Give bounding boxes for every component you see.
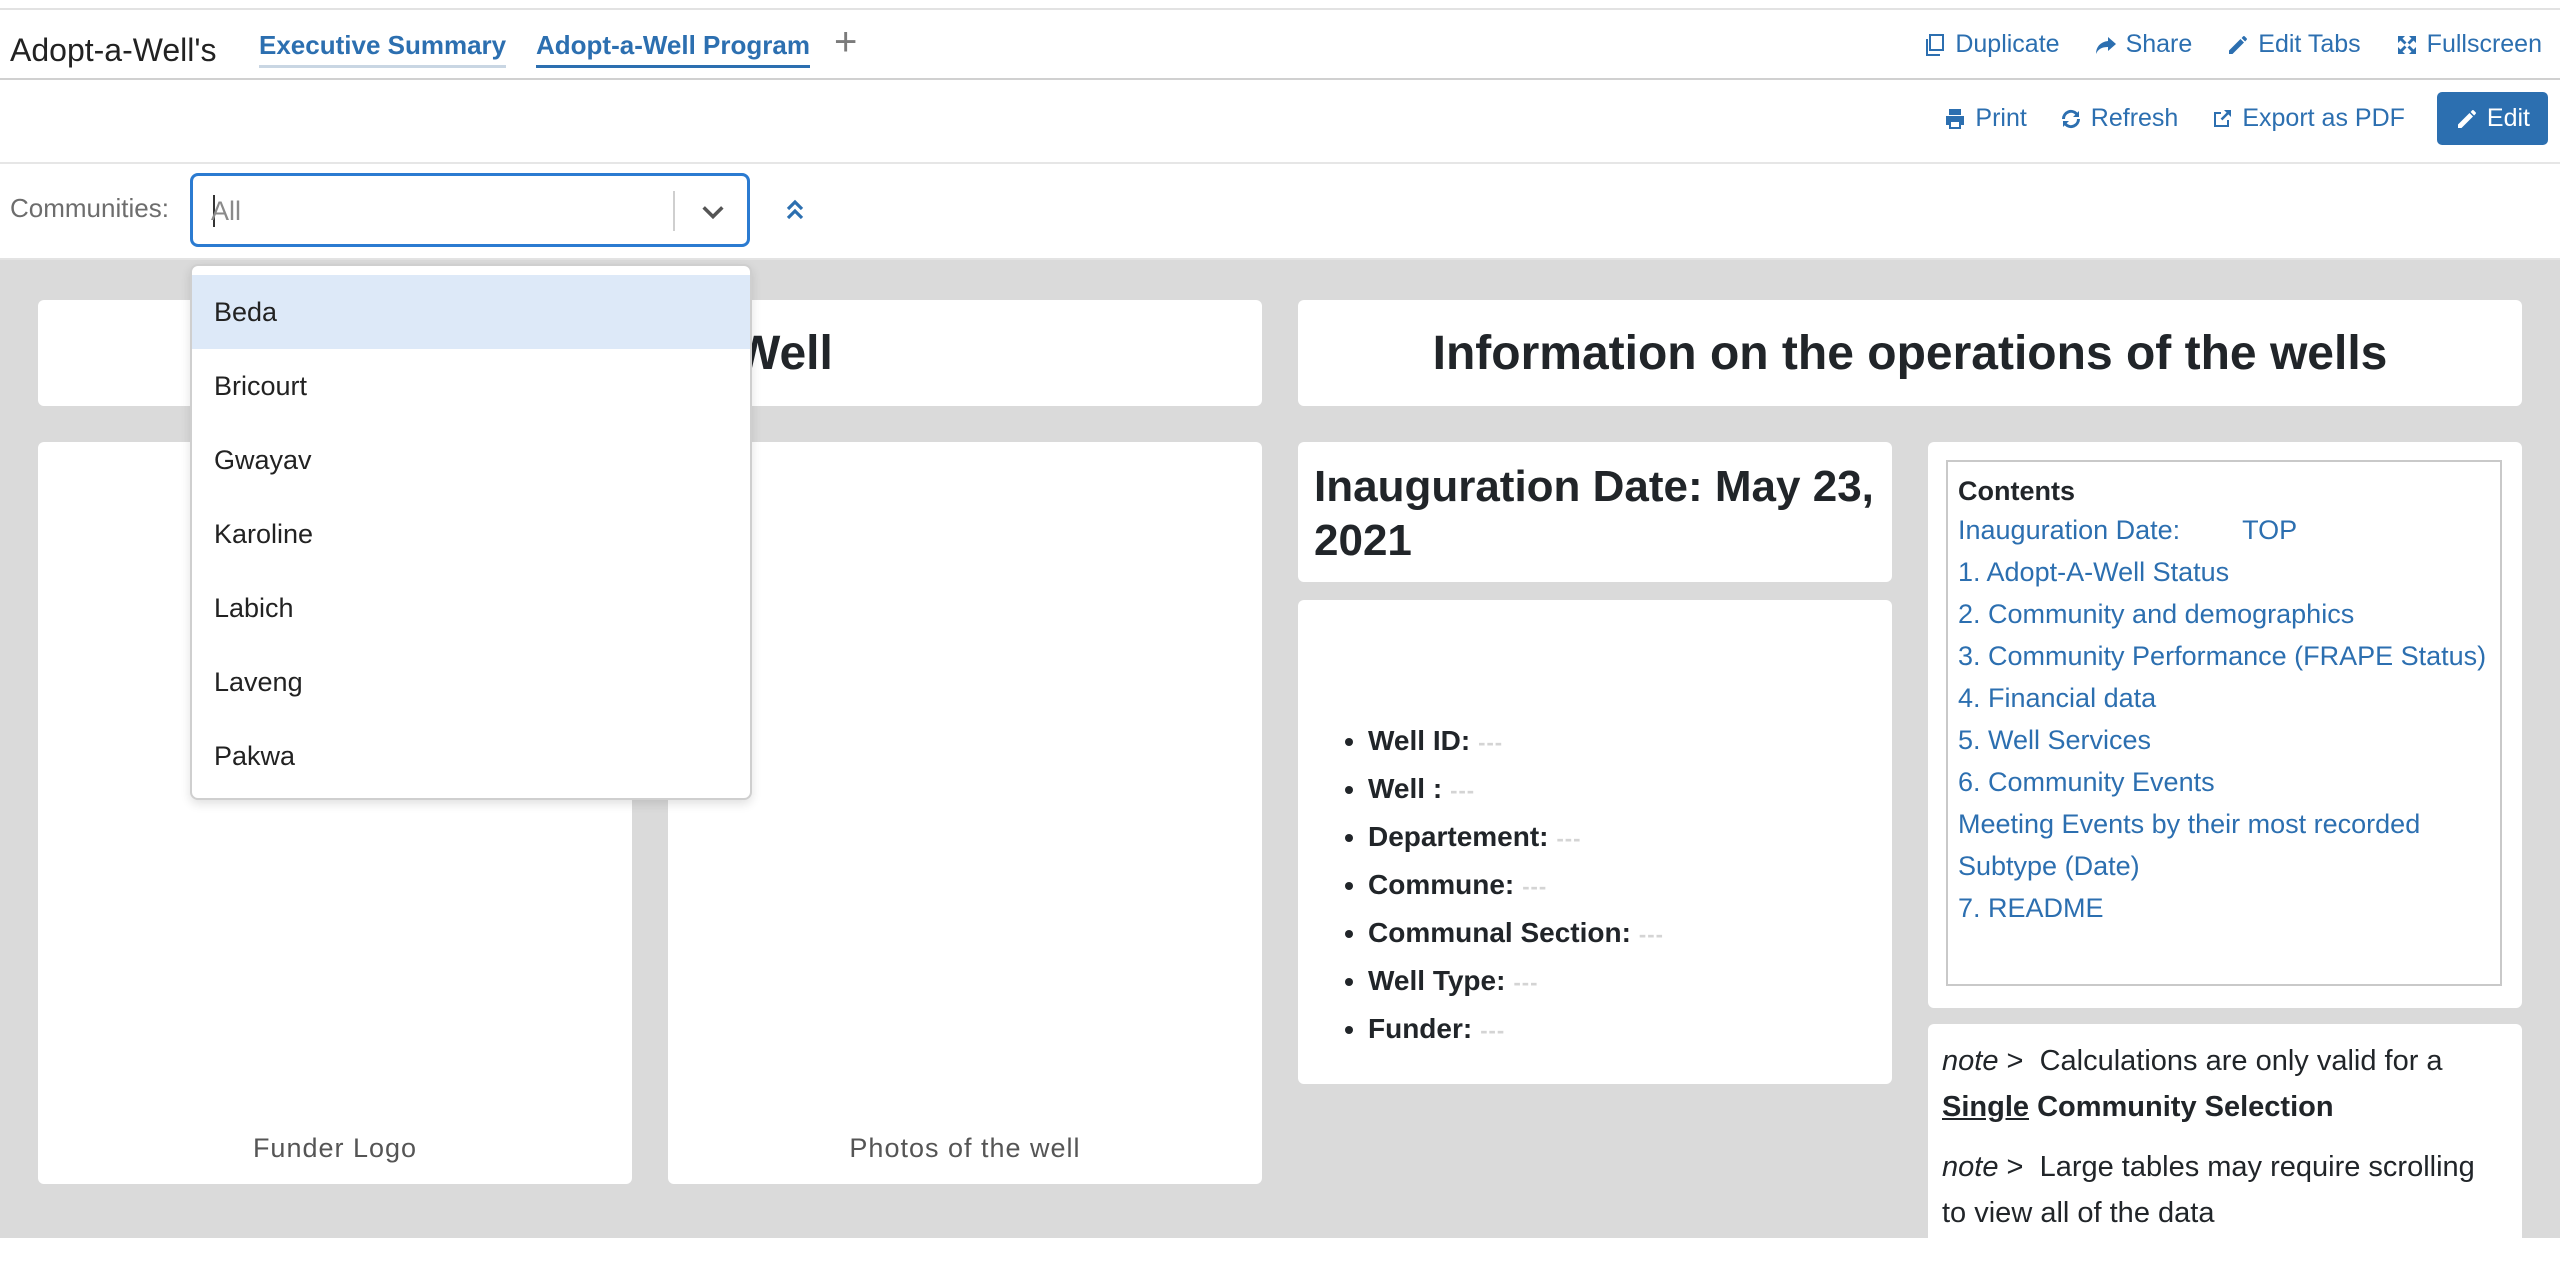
list-item: Departement: --- [1368, 814, 1664, 862]
info-label-departement: Departement: [1368, 821, 1549, 852]
toc-item[interactable]: 4. Financial data [1958, 677, 2490, 719]
note-prefix: note [1942, 1151, 1999, 1183]
option-beda[interactable]: Beda [192, 275, 750, 349]
list-item: Well Type: --- [1368, 958, 1664, 1006]
list-item: Well : --- [1368, 766, 1664, 814]
tab-executive-summary[interactable]: Executive Summary [259, 30, 507, 68]
info-label-commune: Commune: [1368, 869, 1515, 900]
info-value: --- [1638, 922, 1664, 947]
filter-bar: Communities: All [0, 164, 2560, 260]
toc-item[interactable]: 2. Community and demographics [1958, 593, 2490, 635]
note-emphasis: Single [1942, 1091, 2030, 1123]
toc-link-top[interactable]: TOP [2242, 515, 2297, 545]
info-value: --- [1522, 874, 1548, 899]
operations-header-card: Information on the operations of the wel… [1298, 300, 2522, 406]
toc-item[interactable]: 3. Community Performance (FRAPE Status) [1958, 635, 2490, 677]
print-button[interactable]: Print [1943, 104, 2027, 133]
note-text: Calculations are only valid for a [2039, 1045, 2443, 1077]
share-label: Share [2125, 30, 2193, 58]
printer-icon [1946, 108, 1965, 129]
chevron-down-icon[interactable] [699, 198, 727, 226]
info-label-well: Well : [1368, 773, 1443, 804]
list-item: Communal Section: --- [1368, 910, 1664, 958]
info-label-communal-section: Communal Section: [1368, 917, 1631, 948]
toc-item[interactable]: 6. Community Events [1958, 761, 2490, 803]
pencil-icon [2229, 35, 2248, 54]
external-link-icon [2214, 109, 2232, 127]
well-info-list: Well ID: --- Well : --- Departement: --- Co… [1332, 718, 1664, 1054]
edit-tabs-button[interactable]: Edit Tabs [2226, 30, 2361, 59]
info-value: --- [1480, 1018, 1506, 1043]
toc-item[interactable]: 5. Well Services [1958, 719, 2490, 761]
communities-select[interactable]: All [190, 173, 750, 247]
inauguration-card: Inauguration Date: May 23, 2021 [1298, 442, 1892, 582]
edit-label: Edit [2486, 104, 2530, 132]
well-info-card: Well ID: --- Well : --- Departement: --- Co… [1298, 600, 1892, 1084]
communities-filter-label: Communities: [10, 193, 169, 223]
option-gwayav[interactable]: Gwayav [192, 423, 750, 497]
toc-item[interactable]: 1. Adopt-A-Well Status [1958, 551, 2490, 593]
duplicate-label: Duplicate [1955, 30, 2060, 58]
list-item: Funder: --- [1368, 1006, 1664, 1054]
well-photos-caption: Photos of the well [849, 1133, 1081, 1163]
dashboard-title: Adopt-a-Well's [10, 32, 217, 68]
info-label-well-id: Well ID: [1368, 725, 1471, 756]
pencil-icon [2457, 109, 2476, 128]
expand-icon [2397, 35, 2416, 54]
dashboard-tab-bar: Adopt-a-Well's Executive Summary Adopt-a… [0, 8, 2560, 80]
note-arrow: > [2006, 1151, 2024, 1183]
fullscreen-label: Fullscreen [2426, 30, 2542, 58]
operations-header-title: Information on the operations of the wel… [1432, 327, 2388, 380]
notes-card: note > Calculations are only valid for a… [1928, 1024, 2522, 1264]
inauguration-date: Inauguration Date: May 23, 2021 [1314, 462, 1874, 565]
edit-tabs-label: Edit Tabs [2258, 30, 2361, 58]
info-value: --- [1478, 730, 1504, 755]
export-pdf-label: Export as PDF [2242, 104, 2405, 132]
refresh-icon [2061, 109, 2080, 128]
share-button[interactable]: Share [2094, 30, 2193, 59]
select-separator [673, 191, 675, 231]
contents-title: Contents [1958, 476, 2075, 506]
toc-item-inauguration[interactable]: Inauguration Date: TOP [1958, 509, 2490, 551]
note-single-selection: note > Calculations are only valid for a… [1942, 1038, 2502, 1130]
share-icon [2095, 36, 2116, 54]
option-karoline[interactable]: Karoline [192, 497, 750, 571]
edit-dashboard-button[interactable]: Edit [2436, 92, 2548, 145]
option-bricourt[interactable]: Bricourt [192, 349, 750, 423]
note-arrow: > [2006, 1045, 2024, 1077]
table-of-contents: Contents Inauguration Date: TOP 1. Adopt-… [1946, 460, 2502, 986]
fullscreen-button[interactable]: Fullscreen [2395, 30, 2542, 59]
option-laveng[interactable]: Laveng [192, 645, 750, 719]
collapse-filters-icon[interactable] [783, 197, 807, 223]
info-value: --- [1450, 778, 1476, 803]
funder-logo-caption: Funder Logo [252, 1133, 418, 1163]
note-text-bold: Community Selection [2037, 1091, 2334, 1123]
well-photos-card: Photos of the well [668, 442, 1262, 1184]
info-value: --- [1556, 826, 1582, 851]
info-value: --- [1513, 970, 1539, 995]
note-prefix: note [1942, 1045, 1999, 1077]
toc-item[interactable]: Meeting Events by their most recorded Su… [1958, 803, 2490, 887]
info-label-well-type: Well Type: [1368, 965, 1506, 996]
duplicate-icon [1926, 33, 1945, 56]
info-label-funder: Funder: [1368, 1013, 1473, 1044]
option-pakwa[interactable]: Pakwa [192, 719, 750, 793]
tab-adopt-a-well-program[interactable]: Adopt-a-Well Program [536, 30, 810, 68]
option-labich[interactable]: Labich [192, 571, 750, 645]
note-large-tables: note > Large tables may require scrollin… [1942, 1144, 2502, 1236]
toc-item[interactable]: 7. README [1958, 887, 2490, 929]
dashboard-toolbar: Print Refresh Export as PDF Edit [0, 80, 2560, 164]
plus-icon[interactable]: + [834, 20, 857, 65]
list-item: Commune: --- [1368, 862, 1664, 910]
communities-select-value: All [211, 196, 242, 226]
communities-dropdown-menu: Beda Bricourt Gwayav Karoline Labich Lav… [190, 264, 752, 800]
print-label: Print [1975, 104, 2027, 132]
toc-link-inauguration[interactable]: Inauguration Date: [1958, 515, 2180, 545]
duplicate-button[interactable]: Duplicate [1923, 30, 2060, 59]
export-pdf-button[interactable]: Export as PDF [2210, 104, 2405, 133]
list-item: Well ID: --- [1368, 718, 1664, 766]
contents-card: Contents Inauguration Date: TOP 1. Adopt-… [1928, 442, 2522, 1008]
refresh-button[interactable]: Refresh [2059, 104, 2179, 133]
refresh-label: Refresh [2090, 104, 2179, 132]
